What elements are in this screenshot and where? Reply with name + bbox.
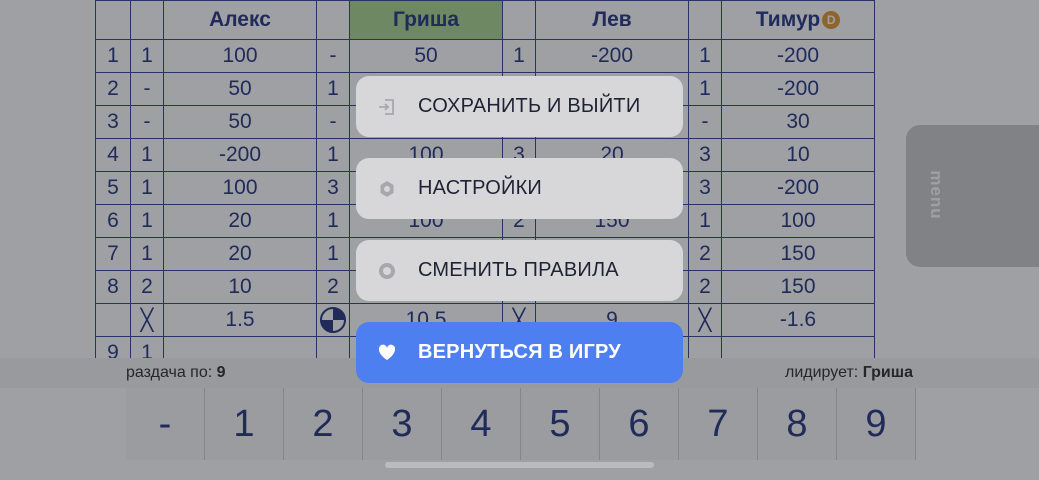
change-rules-label: СМЕНИТЬ ПРАВИЛА	[418, 259, 619, 281]
save-exit-button[interactable]: СОХРАНИТЬ И ВЫЙТИ	[356, 76, 683, 137]
change-rules-button[interactable]: СМЕНИТЬ ПРАВИЛА	[356, 240, 683, 301]
settings-button[interactable]: НАСТРОЙКИ	[356, 158, 683, 219]
gear-icon	[376, 178, 398, 200]
back-to-game-button[interactable]: ВЕРНУТЬСЯ В ИГРУ	[356, 322, 683, 383]
heart-icon	[376, 342, 398, 364]
home-indicator[interactable]	[385, 462, 654, 468]
back-to-game-label: ВЕРНУТЬСЯ В ИГРУ	[418, 341, 621, 363]
save-exit-label: СОХРАНИТЬ И ВЫЙТИ	[418, 95, 641, 117]
rules-icon	[376, 260, 398, 282]
exit-icon	[376, 96, 398, 118]
settings-label: НАСТРОЙКИ	[418, 177, 542, 199]
